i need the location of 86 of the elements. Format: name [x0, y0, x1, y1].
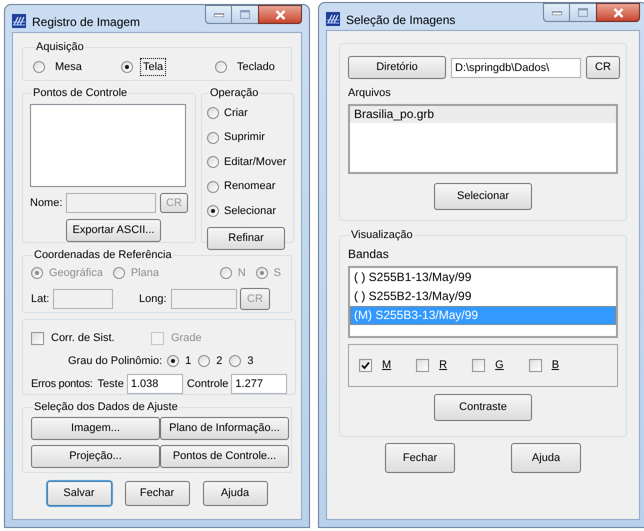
checkbox-label[interactable]: B: [552, 357, 560, 374]
maximize-button[interactable]: [570, 3, 596, 22]
radio-button[interactable]: [167, 354, 180, 367]
field-label: Erros pontos:: [31, 376, 93, 392]
close-icon: [612, 8, 624, 18]
cr-button[interactable]: CR: [586, 56, 620, 79]
radio-label[interactable]: Suprimir: [222, 129, 267, 146]
input-field[interactable]: 1.277: [231, 374, 288, 394]
group-label: Pontos de Controle: [32, 87, 128, 101]
radio-label[interactable]: Mesa: [53, 58, 84, 76]
button[interactable]: Pontos de Controle...: [160, 444, 289, 468]
group-label: Seleção dos Dados de Ajuste: [33, 401, 179, 415]
radio-label[interactable]: Teclado: [235, 58, 277, 76]
refinar-button[interactable]: Refinar: [207, 227, 285, 250]
group-label: Coordenadas de Referência: [33, 249, 173, 263]
maximize-icon: [578, 8, 588, 17]
radio-label[interactable]: 3: [245, 352, 256, 369]
contraste-button[interactable]: Contraste: [434, 394, 532, 421]
checkbox[interactable]: [31, 332, 44, 345]
group-label: Visualização: [350, 229, 414, 243]
app-icon: [12, 14, 26, 28]
selecionar-button[interactable]: Selecionar: [434, 182, 532, 210]
button[interactable]: Plano de Informação...: [160, 416, 289, 440]
field-label: Teste: [98, 376, 124, 392]
radio-label[interactable]: Editar/Mover: [222, 154, 288, 170]
list-box[interactable]: [30, 104, 186, 187]
checkbox[interactable]: [528, 358, 542, 372]
button[interactable]: Imagem...: [31, 416, 160, 440]
minimize-icon: [214, 12, 224, 16]
list-item[interactable]: ( ) S255B1-13/May/99: [350, 268, 616, 287]
list-label: Bandas: [348, 246, 390, 263]
app-icon: [326, 12, 340, 26]
field-label: Lat:: [31, 292, 50, 307]
radio-label[interactable]: Selecionar: [222, 202, 278, 220]
radio-button[interactable]: [33, 61, 45, 73]
close-button[interactable]: [258, 5, 302, 24]
maximize-button[interactable]: [232, 5, 258, 24]
radio-label[interactable]: Tela: [141, 58, 166, 76]
button[interactable]: Fechar: [124, 481, 190, 506]
radio-label[interactable]: Criar: [222, 104, 250, 122]
list-label: Arquivos: [348, 86, 392, 101]
directory-button[interactable]: Diretório: [348, 56, 446, 79]
field-label: Nome:: [30, 196, 64, 211]
checkbox-label[interactable]: R: [439, 357, 448, 374]
checkbox-label[interactable]: Corr. de Sist.: [51, 330, 115, 346]
window-title: Registro de Imagem: [32, 14, 140, 31]
checkbox[interactable]: [359, 358, 372, 372]
radio-button[interactable]: [215, 61, 227, 73]
field-label: Long:: [139, 292, 168, 307]
close-button[interactable]: [596, 3, 640, 22]
field-label: Grau do Polinômio:: [68, 354, 162, 368]
radio-label[interactable]: Renomear: [222, 178, 278, 195]
checkmark-icon: [361, 360, 370, 370]
button[interactable]: Ajuda: [511, 443, 581, 473]
radio-button[interactable]: [207, 180, 219, 192]
group-label: Aquisição: [35, 41, 85, 55]
radio-label[interactable]: 1: [183, 352, 194, 369]
button[interactable]: Ajuda: [202, 481, 268, 506]
checkbox[interactable]: [416, 358, 430, 372]
input-field[interactable]: 1.038: [126, 374, 183, 394]
radio-label[interactable]: 2: [214, 352, 224, 369]
checkbox-label[interactable]: G: [495, 357, 504, 374]
minimize-icon: [552, 10, 562, 14]
button[interactable]: Fechar: [385, 443, 455, 473]
checkbox[interactable]: [472, 358, 486, 372]
button[interactable]: Salvar: [46, 481, 112, 506]
window-title: Seleção de Imagens: [346, 12, 456, 29]
radio-button[interactable]: [207, 205, 219, 217]
checkbox-label[interactable]: M: [382, 357, 392, 374]
close-icon: [274, 10, 286, 20]
button[interactable]: Projeção...: [31, 444, 160, 468]
field-label: Controle: [186, 376, 228, 392]
radio-button[interactable]: [207, 107, 219, 119]
list-item[interactable]: Brasilia_po.grb: [350, 106, 616, 122]
radio-button[interactable]: [198, 354, 210, 367]
radio-button[interactable]: [229, 354, 242, 367]
radio-button[interactable]: [121, 61, 133, 73]
minimize-button[interactable]: [543, 3, 570, 22]
export-button[interactable]: Exportar ASCII...: [66, 219, 161, 242]
group-label: Operação: [209, 87, 260, 101]
maximize-icon: [240, 10, 250, 19]
list-item[interactable]: ( ) S255B2-13/May/99: [350, 286, 616, 306]
minimize-button[interactable]: [205, 5, 232, 24]
radio-button[interactable]: [207, 132, 219, 144]
radio-button[interactable]: [207, 156, 219, 168]
input-field[interactable]: D:\springdb\Dados\: [451, 58, 581, 78]
